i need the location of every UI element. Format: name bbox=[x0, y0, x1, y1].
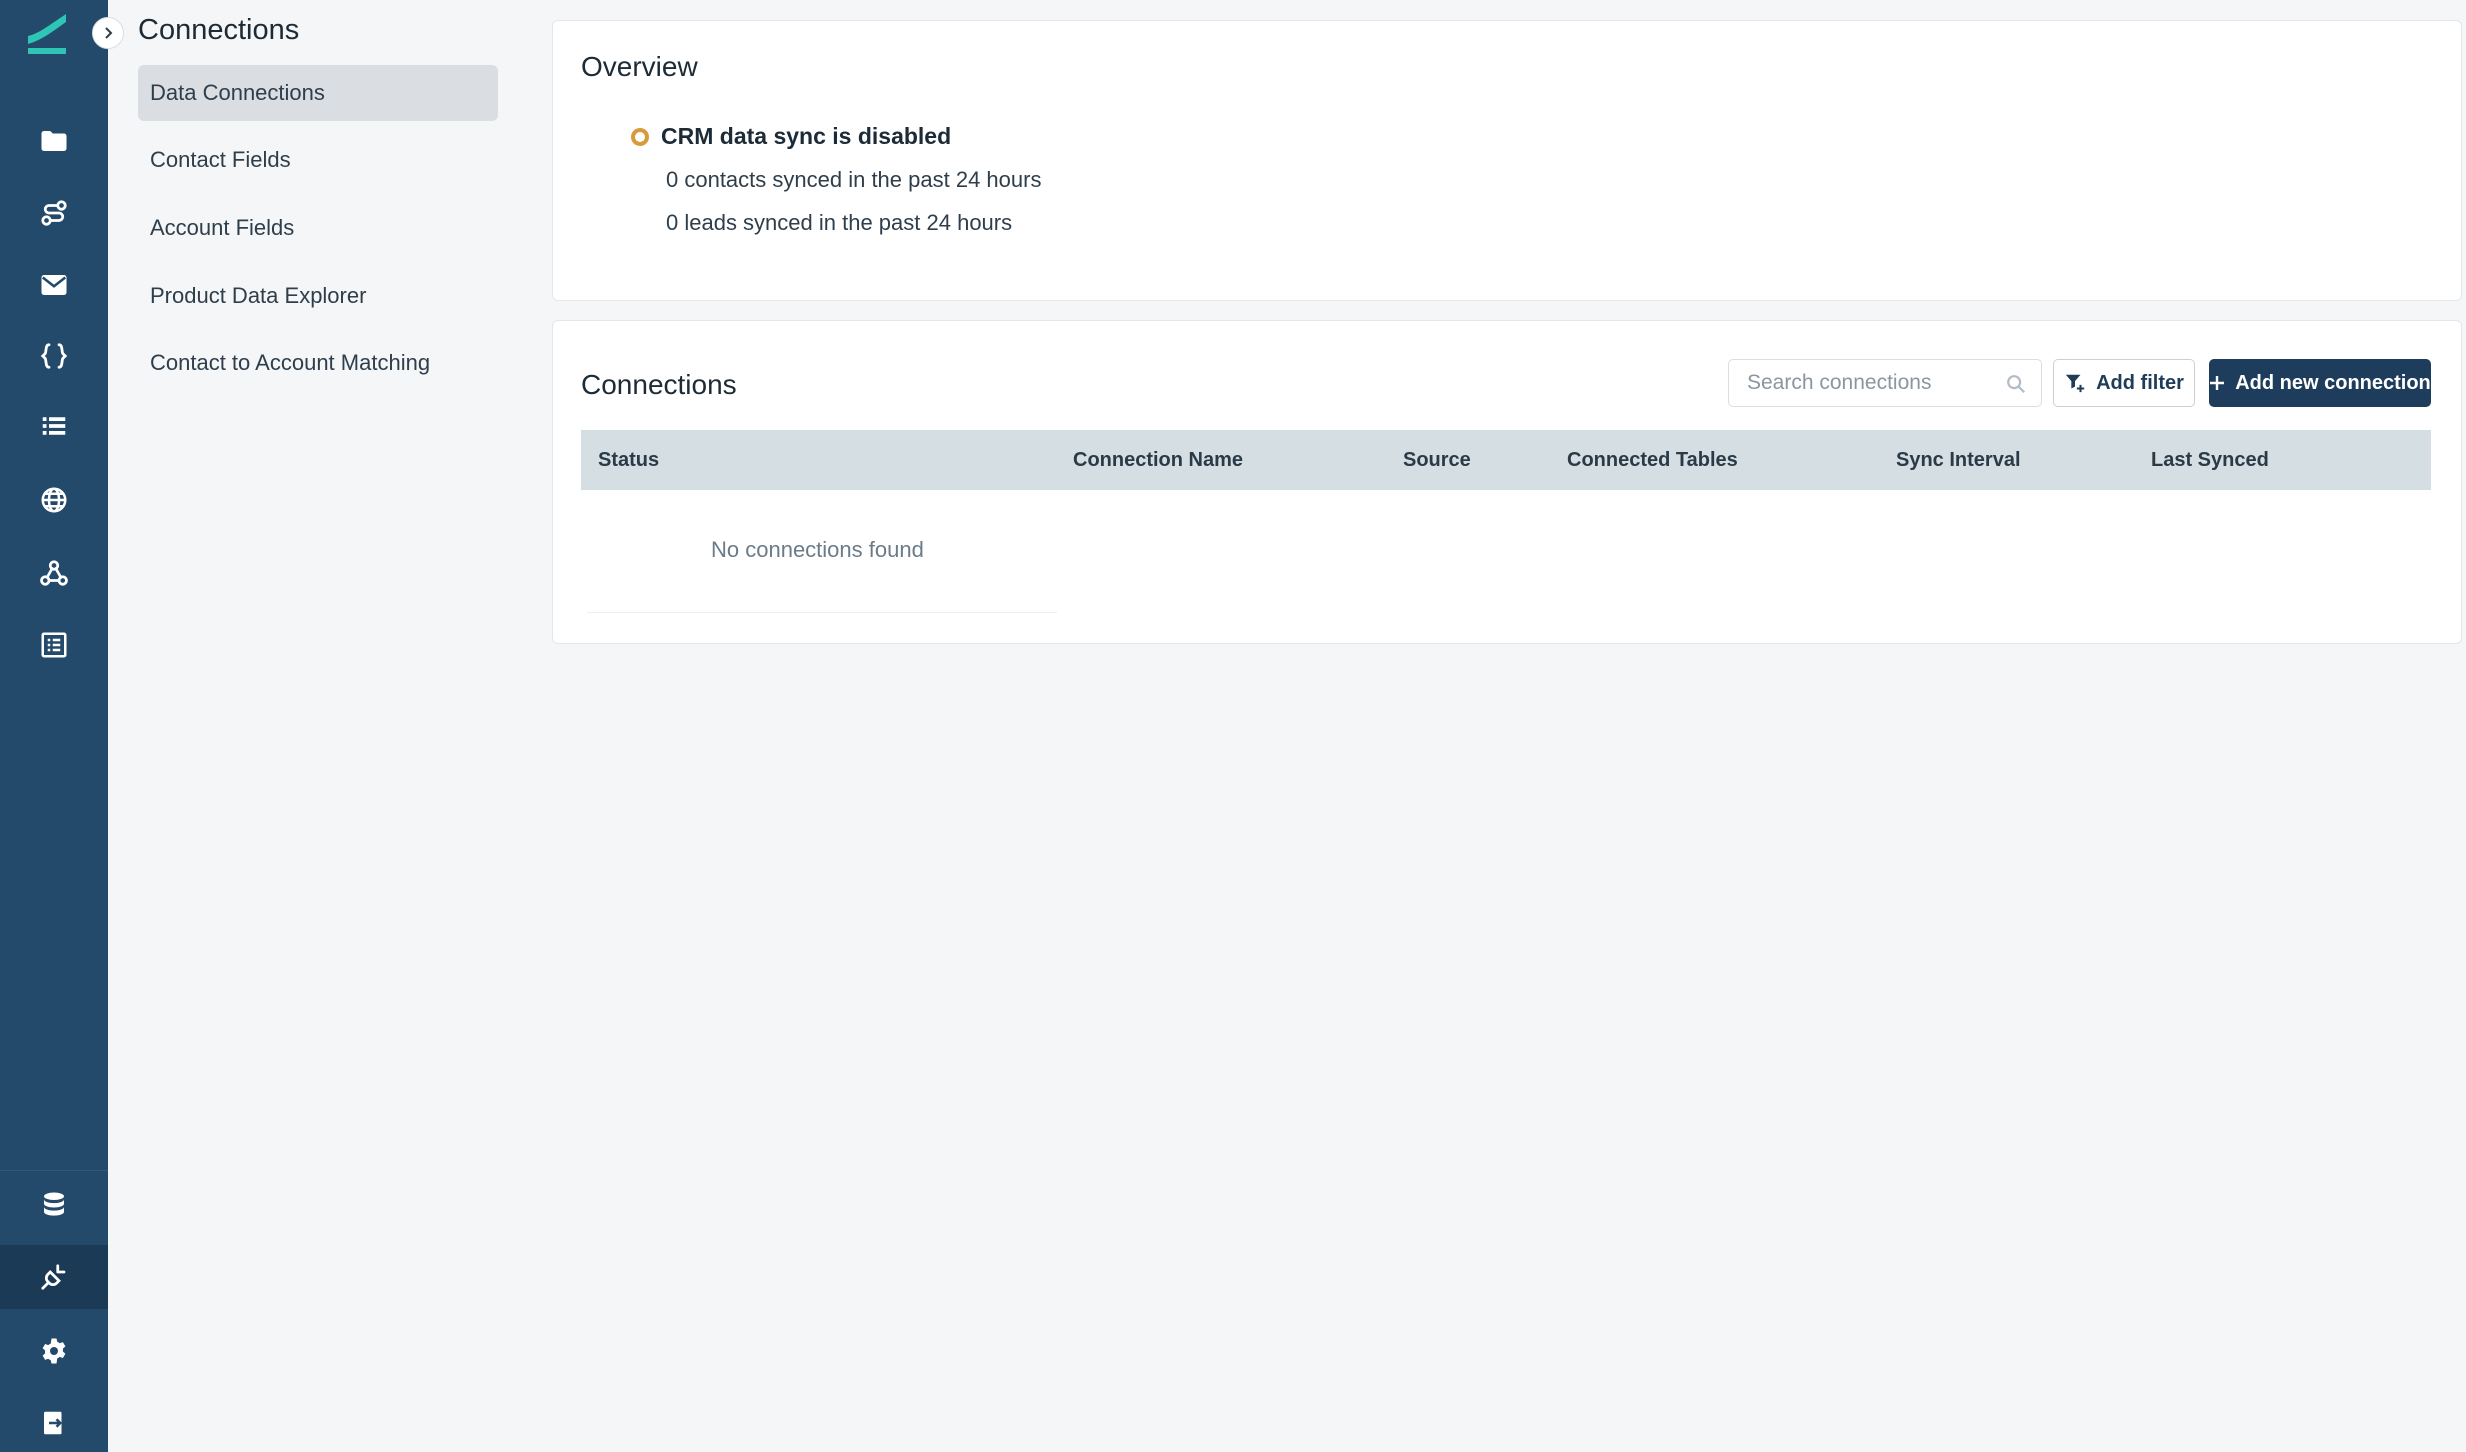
table-list-icon[interactable] bbox=[0, 613, 108, 677]
overview-title: Overview bbox=[581, 51, 698, 82]
column-header-last-synced[interactable]: Last Synced bbox=[2151, 430, 2269, 490]
expand-sidebar-button[interactable] bbox=[92, 17, 124, 49]
contacts-synced-stat: 0 contacts synced in the past 24 hours bbox=[666, 167, 1042, 192]
globe-icon[interactable] bbox=[0, 468, 108, 532]
subnav-item-account-fields[interactable]: Account Fields bbox=[138, 200, 498, 256]
webhook-icon[interactable] bbox=[0, 541, 108, 605]
subnav-item-data-connections[interactable]: Data Connections bbox=[138, 65, 498, 121]
subnav-title: Connections bbox=[138, 14, 300, 46]
table-divider bbox=[587, 612, 1057, 613]
chevron-right-icon bbox=[105, 27, 113, 39]
column-header-connection-name[interactable]: Connection Name bbox=[1073, 430, 1243, 490]
code-braces-icon[interactable] bbox=[0, 324, 108, 388]
mail-icon[interactable] bbox=[0, 253, 108, 317]
list-icon[interactable] bbox=[0, 394, 108, 458]
leads-synced-stat: 0 leads synced in the past 24 hours bbox=[666, 210, 1013, 235]
status-indicator-icon bbox=[631, 128, 649, 146]
gear-icon[interactable] bbox=[0, 1319, 108, 1383]
column-header-connected-tables[interactable]: Connected Tables bbox=[1567, 430, 1738, 490]
empty-state-text: No connections found bbox=[711, 537, 924, 562]
add-filter-label: Add filter bbox=[2096, 371, 2184, 394]
plug-icon[interactable] bbox=[0, 1245, 108, 1309]
filter-add-icon bbox=[2065, 374, 2085, 393]
search-connections-input[interactable] bbox=[1728, 359, 2042, 407]
add-new-connection-label: Add new connection bbox=[2235, 371, 2431, 394]
database-icon[interactable] bbox=[0, 1173, 108, 1237]
search-icon bbox=[2007, 375, 2026, 394]
rail-divider bbox=[0, 1170, 108, 1171]
subnav-item-contact-to-account-matching[interactable]: Contact to Account Matching bbox=[138, 335, 498, 391]
connections-title: Connections bbox=[581, 369, 737, 400]
column-header-source[interactable]: Source bbox=[1403, 430, 1471, 490]
route-icon[interactable] bbox=[0, 181, 108, 245]
add-new-connection-button[interactable]: Add new connection bbox=[2209, 359, 2431, 407]
left-rail bbox=[0, 0, 108, 1452]
app-logo-icon[interactable] bbox=[24, 10, 70, 56]
subnav-item-contact-fields[interactable]: Contact Fields bbox=[138, 132, 498, 188]
sync-status-text: CRM data sync is disabled bbox=[661, 123, 952, 149]
connections-table-header: Status Connection Name Source Connected … bbox=[581, 430, 2431, 490]
overview-card: Overview CRM data sync is disabled 0 con… bbox=[552, 20, 2462, 301]
column-header-status[interactable]: Status bbox=[598, 430, 659, 490]
column-header-sync-interval[interactable]: Sync Interval bbox=[1896, 430, 2021, 490]
add-filter-button[interactable]: Add filter bbox=[2053, 359, 2195, 407]
folder-icon[interactable] bbox=[0, 109, 108, 173]
logout-icon[interactable] bbox=[0, 1391, 108, 1452]
connections-card: Connections Add filter Add new connectio… bbox=[552, 320, 2462, 644]
subnav-item-product-data-explorer[interactable]: Product Data Explorer bbox=[138, 268, 498, 324]
plus-icon bbox=[2210, 376, 2225, 390]
